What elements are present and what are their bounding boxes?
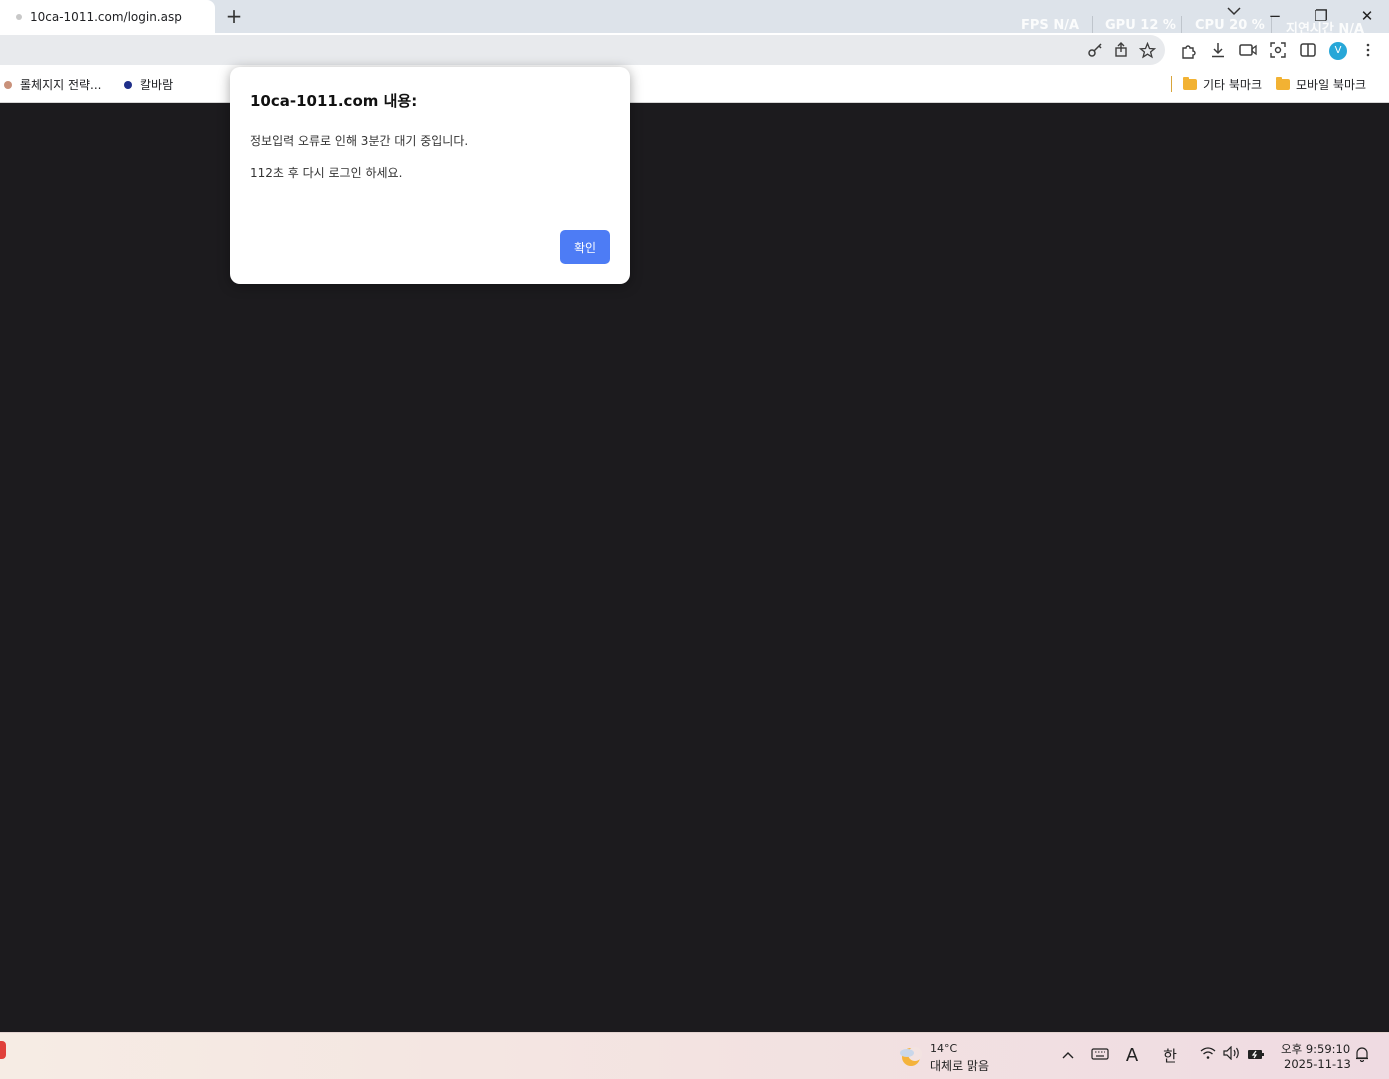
- bookmark-folder-label: 기타 북마크: [1203, 78, 1263, 92]
- folder-icon: [1276, 77, 1290, 90]
- bookmarks-bar: 롤체지지 전략... 칼바람 기타 북마크 모바일 북마크: [0, 67, 1389, 103]
- ime-language-indicator[interactable]: 한: [1160, 1046, 1180, 1066]
- app-edge-icon[interactable]: [0, 1041, 6, 1059]
- address-bar[interactable]: [0, 35, 1165, 65]
- tab-loading-icon: [16, 13, 22, 20]
- browser-toolbar: V: [0, 33, 1389, 67]
- cpu-overlay: CPU 20 %: [1195, 18, 1265, 33]
- volume-icon[interactable]: [1222, 1045, 1242, 1066]
- ok-button[interactable]: 확인: [560, 230, 610, 264]
- bookmark-item[interactable]: 칼바람: [124, 76, 173, 93]
- tab-title: 10ca-1011.com/login.asp: [30, 9, 182, 24]
- more-menu-icon[interactable]: [1358, 40, 1378, 60]
- bookmark-folder-other[interactable]: 기타 북마크: [1183, 76, 1262, 93]
- key-icon[interactable]: [1085, 40, 1105, 60]
- ime-mode-indicator[interactable]: A: [1122, 1046, 1142, 1066]
- dialog-message-line2: 112초 후 다시 로그인 하세요.: [250, 166, 403, 180]
- share-icon[interactable]: [1111, 40, 1131, 60]
- new-tab-button[interactable]: +: [224, 4, 244, 28]
- notification-bell-icon[interactable]: [1352, 1046, 1372, 1066]
- weather-temp: 14°C: [930, 1042, 958, 1055]
- camera-icon[interactable]: [1238, 40, 1258, 60]
- clock-time[interactable]: 오후 9:59:10: [1281, 1041, 1350, 1057]
- bookmark-favicon-icon: [4, 80, 12, 89]
- bookmark-star-icon[interactable]: [1137, 40, 1157, 60]
- split-view-icon[interactable]: [1298, 40, 1318, 60]
- tab-active[interactable]: 10ca-1011.com/login.asp: [0, 0, 215, 33]
- tray-expand-chevron-icon[interactable]: [1058, 1046, 1078, 1066]
- clock-date[interactable]: 2025-11-13: [1284, 1057, 1351, 1071]
- weather-description: 대체로 맑음: [930, 1059, 990, 1073]
- tab-strip: 10ca-1011.com/login.asp + FPS N/A GPU 12…: [0, 0, 1389, 37]
- folder-icon: [1183, 77, 1197, 90]
- minimize-button[interactable]: −: [1263, 4, 1287, 28]
- screenshot-icon[interactable]: [1268, 40, 1288, 60]
- bookmark-item[interactable]: 롤체지지 전략...: [4, 76, 102, 93]
- gpu-overlay: GPU 12 %: [1105, 18, 1176, 33]
- bookmarks-divider: [1171, 76, 1172, 92]
- battery-charging-icon[interactable]: [1246, 1046, 1266, 1066]
- dialog-title: 10ca-1011.com 내용:: [250, 92, 418, 110]
- alert-dialog: 10ca-1011.com 내용: 정보입력 오류로 인해 3분간 대기 중입니…: [230, 67, 630, 284]
- windows-taskbar: 14°C 대체로 맑음 A 한 오후 9:59:10 2025-11-13: [0, 1032, 1389, 1079]
- overlay-divider: [1181, 16, 1182, 34]
- bookmark-label: 칼바람: [140, 78, 174, 92]
- wifi-icon[interactable]: [1198, 1046, 1218, 1066]
- keyboard-icon[interactable]: [1090, 1046, 1110, 1066]
- dialog-message-line1: 정보입력 오류로 인해 3분간 대기 중입니다.: [250, 134, 469, 148]
- close-button[interactable]: ✕: [1355, 4, 1379, 28]
- extensions-icon[interactable]: [1178, 40, 1198, 60]
- bookmark-folder-mobile[interactable]: 모바일 북마크: [1276, 76, 1366, 93]
- weather-moon-cloud-icon[interactable]: [898, 1044, 922, 1068]
- overlay-divider: [1092, 16, 1093, 34]
- profile-avatar[interactable]: V: [1329, 42, 1347, 60]
- bookmark-favicon-icon: [124, 80, 132, 89]
- restore-button[interactable]: ❐: [1309, 4, 1333, 28]
- download-icon[interactable]: [1208, 40, 1228, 60]
- bookmark-folder-label: 모바일 북마크: [1296, 78, 1367, 92]
- fps-overlay: FPS N/A: [1021, 18, 1080, 33]
- bookmark-label: 롤체지지 전략...: [20, 78, 102, 92]
